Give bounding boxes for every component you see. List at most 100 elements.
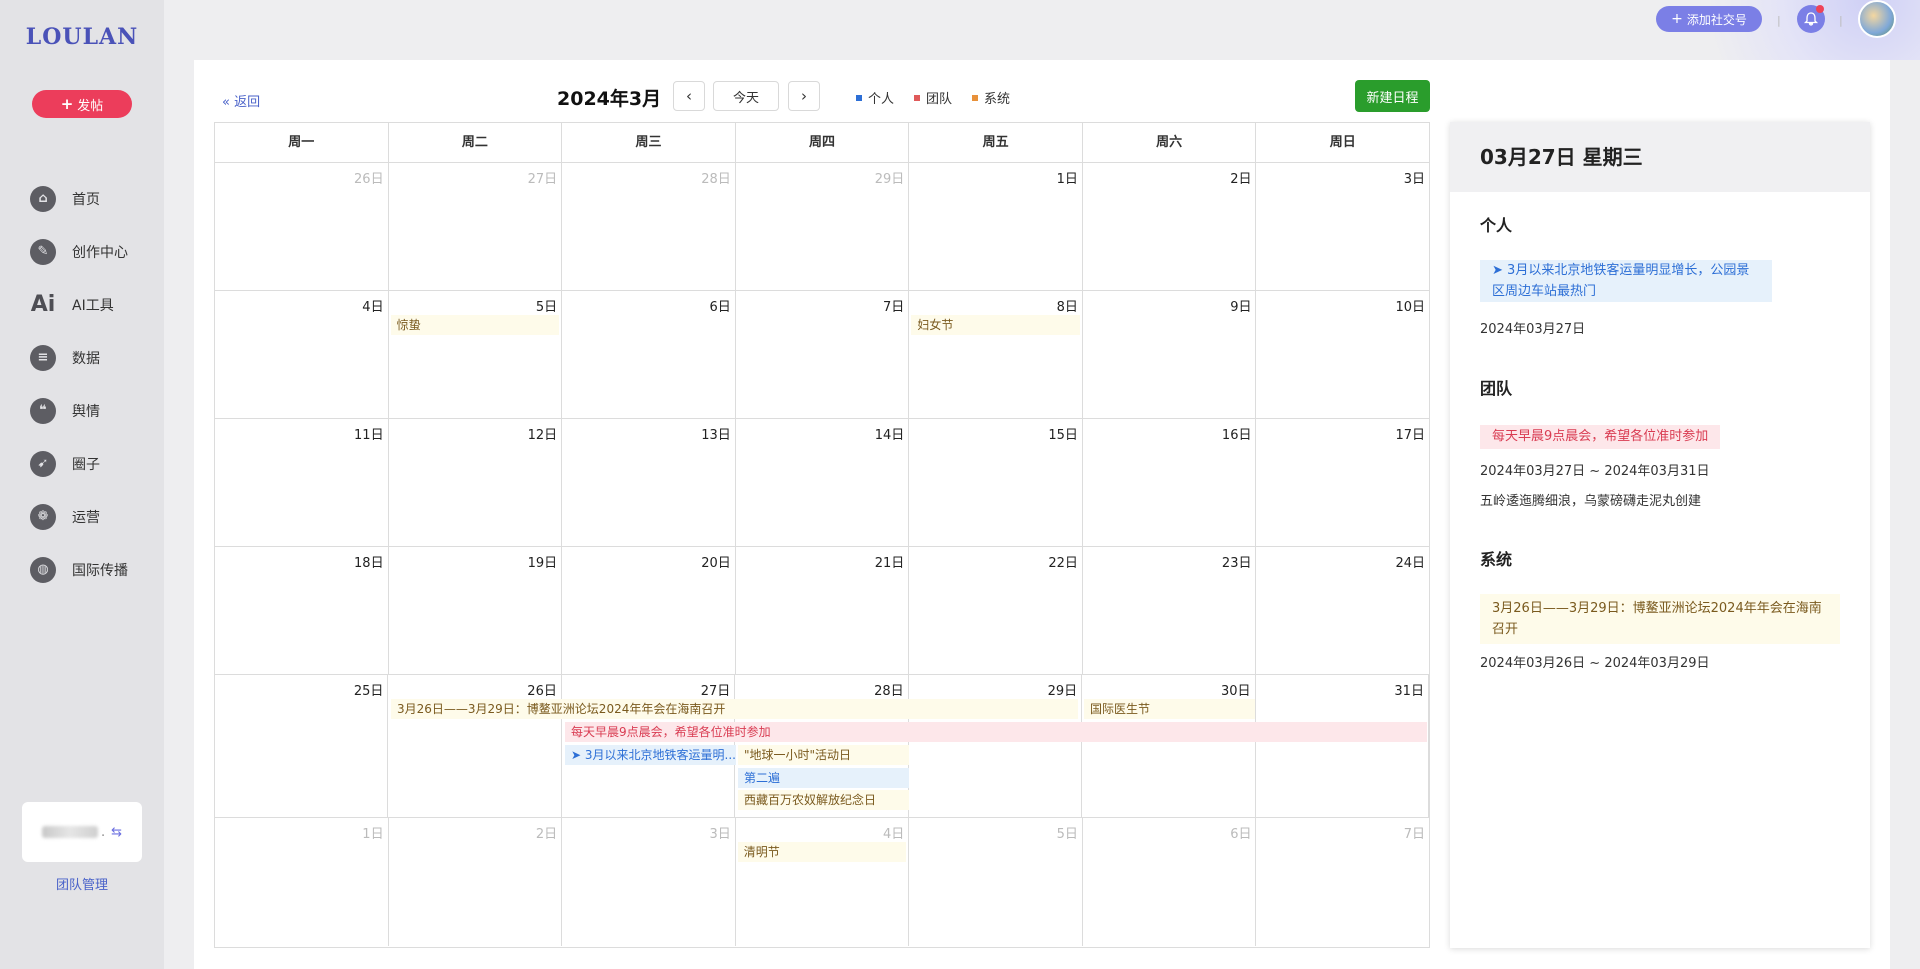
day-number: 5日 xyxy=(535,300,558,315)
day-cell[interactable]: 5日 xyxy=(909,818,1083,946)
day-cell[interactable]: 9日 xyxy=(1083,291,1257,418)
team-switcher[interactable]: . ⇆ xyxy=(22,802,142,862)
add-social-account-button[interactable]: + 添加社交号 xyxy=(1656,6,1762,32)
event-system-boao[interactable]: 3月26日——3月29日：博鳌亚洲论坛2024年年会在海南召开 xyxy=(391,699,1078,719)
day-number: 3日 xyxy=(709,827,731,842)
day-cell[interactable]: 7日 xyxy=(736,291,910,418)
day-cell[interactable]: 18日 xyxy=(215,547,389,674)
day-cell[interactable]: 11日 xyxy=(215,419,389,546)
legend-label: 团队 xyxy=(926,92,953,107)
calendar-week: 11日 12日 13日 14日 15日 16日 17日 xyxy=(215,419,1429,547)
day-cell[interactable]: 31日 xyxy=(1256,675,1429,817)
sidebar-item-ai-tools[interactable]: Ai AI工具 xyxy=(30,278,128,331)
day-cell[interactable]: 24日 xyxy=(1256,547,1429,674)
event-system[interactable]: 妇女节 xyxy=(911,315,1080,335)
calendar-week: 25日 26日 27日 28日 29日 30日 31日 3月26日——3月29日… xyxy=(215,675,1429,818)
sidebar-item-international[interactable]: ◍ 国际传播 xyxy=(30,543,128,596)
day-cell[interactable]: 26日 xyxy=(215,163,389,290)
day-number: 2日 xyxy=(1230,172,1252,187)
day-cell[interactable]: 25日 xyxy=(215,675,389,817)
back-link[interactable]: « 返回 xyxy=(222,91,260,110)
day-number: 10日 xyxy=(1395,300,1426,315)
day-cell[interactable]: 20日 xyxy=(562,547,736,674)
event-system-doctors-day[interactable]: 国际医生节 xyxy=(1084,699,1255,719)
day-cell[interactable]: 16日 xyxy=(1083,419,1257,546)
weekday-label: 周六 xyxy=(1083,123,1257,162)
app-logo[interactable]: LOULAN xyxy=(0,24,164,50)
day-number: 11日 xyxy=(354,428,384,443)
day-cell[interactable]: 5日 惊蛰 xyxy=(389,291,563,418)
day-cell[interactable]: 14日 xyxy=(736,419,910,546)
day-cell[interactable]: 2日 xyxy=(1083,163,1257,290)
day-cell[interactable]: 23日 xyxy=(1083,547,1257,674)
day-cell[interactable]: 4日 清明节 xyxy=(736,818,910,946)
sidebar-item-creation[interactable]: ✎ 创作中心 xyxy=(30,225,128,278)
day-cell[interactable]: 7日 xyxy=(1256,818,1429,946)
day-cell[interactable]: 6日 xyxy=(1083,818,1257,946)
new-event-button[interactable]: 新建日程 xyxy=(1355,80,1430,112)
day-cell[interactable]: 15日 xyxy=(909,419,1083,546)
sidebar-item-circle[interactable]: ➹ 圈子 xyxy=(30,437,128,490)
day-cell[interactable]: 6日 xyxy=(562,291,736,418)
day-cell[interactable]: 27日 xyxy=(389,163,563,290)
event-system-tibet[interactable]: 西藏百万农奴解放纪念日 xyxy=(738,790,909,810)
day-cell[interactable]: 2日 xyxy=(389,818,563,946)
switch-icon[interactable]: ⇆ xyxy=(111,825,122,840)
day-cell[interactable]: 12日 xyxy=(389,419,563,546)
day-number: 6日 xyxy=(709,300,731,315)
sidebar-item-operation[interactable]: ❁ 运营 xyxy=(30,490,128,543)
legend-swatch xyxy=(914,94,920,101)
today-button[interactable]: 今天 xyxy=(713,81,779,111)
day-number: 25日 xyxy=(353,684,384,699)
event-personal-second-week[interactable]: 第二遍 xyxy=(738,768,909,788)
sidebar-item-sentiment[interactable]: ❝ 舆情 xyxy=(30,384,128,437)
day-cell[interactable]: 22日 xyxy=(909,547,1083,674)
day-cell[interactable]: 19日 xyxy=(389,547,563,674)
sidebar-item-label: 首页 xyxy=(72,191,100,208)
post-button[interactable]: + 发帖 xyxy=(32,90,132,118)
sidebar-item-data[interactable]: ≡ 数据 xyxy=(30,331,128,384)
prev-month-button[interactable]: ‹ xyxy=(673,81,705,111)
event-personal-subway[interactable]: ➤ 3月以来北京地铁客运量明... xyxy=(565,745,736,765)
detail-event-team[interactable]: 每天早晨9点晨会，希望各位准时参加 xyxy=(1480,425,1721,449)
day-number: 24日 xyxy=(1395,556,1426,571)
section-title-system: 系统 xyxy=(1480,550,1513,569)
event-team-meeting[interactable]: 每天早晨9点晨会，希望各位准时参加 xyxy=(565,722,1427,742)
day-cell[interactable]: 29日 xyxy=(909,675,1083,817)
event-personal-label: 3月以来北京地铁客运量明... xyxy=(584,748,736,762)
day-number: 4日 xyxy=(883,827,905,842)
day-cell[interactable]: 13日 xyxy=(562,419,736,546)
day-cell[interactable]: 17日 xyxy=(1256,419,1429,546)
weekday-label: 周三 xyxy=(562,123,736,162)
day-cell[interactable]: 3日 xyxy=(562,818,736,946)
detail-event-personal[interactable]: ➤ 3月以来北京地铁客运量明显增长，公园景区周边车站最热门 xyxy=(1480,260,1772,302)
sidebar-item-label: 国际传播 xyxy=(72,562,128,579)
day-cell[interactable]: 29日 xyxy=(736,163,910,290)
team-manage-link[interactable]: 团队管理 xyxy=(0,874,164,893)
detail-event-creator: 五岭逶迤腾细浪，乌蒙磅礴走泥丸创建 xyxy=(1480,494,1702,509)
event-system[interactable]: 惊蛰 xyxy=(390,315,560,335)
day-cell[interactable]: 10日 xyxy=(1256,291,1429,418)
day-detail-panel: 03月27日 星期三 个人 ➤ 3月以来北京地铁客运量明显增长，公园景区周边车站… xyxy=(1450,122,1870,948)
day-cell[interactable]: 28日 xyxy=(562,163,736,290)
day-cell[interactable]: 4日 xyxy=(215,291,389,418)
user-avatar[interactable] xyxy=(1858,0,1896,38)
day-cell[interactable]: 26日 xyxy=(388,675,562,817)
day-cell[interactable]: 3日 xyxy=(1256,163,1429,290)
day-cell[interactable]: 1日 xyxy=(909,163,1083,290)
next-month-button[interactable]: › xyxy=(788,81,820,111)
sidebar-item-home[interactable]: ⌂ 首页 xyxy=(30,172,128,225)
day-cell[interactable]: 1日 xyxy=(215,818,389,946)
day-cell[interactable]: 30日 xyxy=(1082,675,1256,817)
day-cell[interactable]: 8日 妇女节 xyxy=(909,291,1083,418)
day-number: 16日 xyxy=(1221,428,1252,443)
event-system-qingming[interactable]: 清明节 xyxy=(737,842,907,862)
legend-system: 系统 xyxy=(972,88,1010,107)
day-number: 29日 xyxy=(874,172,905,187)
chevron-right-icon: › xyxy=(801,87,807,105)
detail-event-system[interactable]: 3月26日——3月29日：博鳌亚洲论坛2024年年会在海南召开 xyxy=(1480,594,1840,644)
notification-button[interactable] xyxy=(1797,5,1825,33)
plus-icon: + xyxy=(1671,11,1683,27)
day-cell[interactable]: 21日 xyxy=(736,547,910,674)
event-system-earth-hour[interactable]: "地球一小时"活动日 xyxy=(738,745,909,765)
